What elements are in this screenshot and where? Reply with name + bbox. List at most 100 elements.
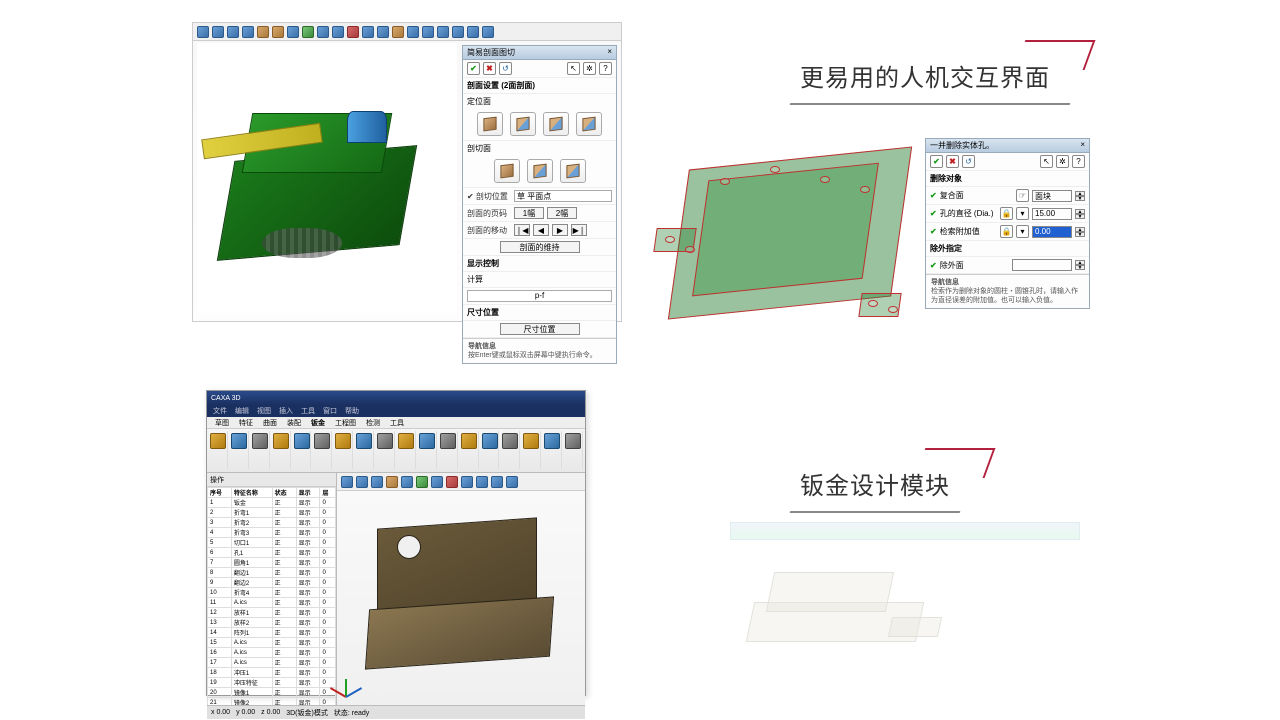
nav-last-button[interactable]: ▶❘ <box>571 224 587 236</box>
layers-icon[interactable] <box>491 476 503 488</box>
cancel-button[interactable]: ✖ <box>483 62 496 75</box>
cancel-button[interactable]: ✖ <box>946 155 959 168</box>
tab-装配[interactable]: 装配 <box>287 418 301 428</box>
col-header[interactable]: 特征名称 <box>231 488 272 498</box>
table-row[interactable]: 16A.ics正显示0 <box>208 648 336 658</box>
pf-input[interactable]: p-f <box>467 290 612 302</box>
section-opt-1[interactable] <box>494 159 520 183</box>
tab-工具[interactable]: 工具 <box>390 418 404 428</box>
transparency-icon[interactable] <box>347 26 359 38</box>
help-button[interactable]: ? <box>1072 155 1085 168</box>
ribbon-展开[interactable] <box>439 431 458 469</box>
ribbon-镜像[interactable] <box>543 431 562 469</box>
count-btn-1[interactable]: 1幅 <box>514 207 544 219</box>
pick-face-icon[interactable]: ☞ <box>1016 189 1029 202</box>
pan-icon[interactable] <box>272 26 284 38</box>
ribbon-折叠[interactable] <box>460 431 479 469</box>
table-row[interactable]: 10折弯4正显示0 <box>208 588 336 598</box>
measure-icon[interactable] <box>422 26 434 38</box>
ribbon-折弯[interactable] <box>334 431 353 469</box>
settings-icon[interactable] <box>467 26 479 38</box>
undo-button[interactable]: ↺ <box>499 62 512 75</box>
tab-特征[interactable]: 特征 <box>239 418 253 428</box>
table-row[interactable]: 15A.ics正显示0 <box>208 638 336 648</box>
maintain-button[interactable]: 剖面的维持 <box>500 241 580 253</box>
face-spinner[interactable]: ▲▼ <box>1075 191 1085 201</box>
col-header[interactable]: 状态 <box>272 488 296 498</box>
zoom-in-icon[interactable] <box>356 476 368 488</box>
menu-工具[interactable]: 工具 <box>301 406 315 416</box>
table-row[interactable]: 21镜像2正显示0 <box>208 698 336 706</box>
rotate-icon[interactable] <box>386 476 398 488</box>
isometric-icon[interactable] <box>401 476 413 488</box>
tolerance-input[interactable]: 0.00 <box>1032 226 1072 238</box>
col-header[interactable]: 显示 <box>296 488 320 498</box>
tab-检测[interactable]: 检测 <box>366 418 380 428</box>
menu-窗口[interactable]: 窗口 <box>323 406 337 416</box>
check-icon[interactable]: ✔ <box>930 227 937 236</box>
light-icon[interactable] <box>302 26 314 38</box>
settings-icon[interactable] <box>506 476 518 488</box>
layers-icon[interactable] <box>452 26 464 38</box>
ribbon-切口[interactable] <box>418 431 437 469</box>
play-icon[interactable] <box>341 476 353 488</box>
zoom-out-icon[interactable] <box>227 26 239 38</box>
table-row[interactable]: 2折弯1正显示0 <box>208 508 336 518</box>
table-row[interactable]: 9翻边2正显示0 <box>208 578 336 588</box>
shaded-icon[interactable] <box>431 476 443 488</box>
chevron-down-icon[interactable]: ▾ <box>1016 207 1029 220</box>
section-icon[interactable] <box>377 26 389 38</box>
viewport-3d[interactable] <box>337 473 585 705</box>
table-row[interactable]: 18冲压1正显示0 <box>208 668 336 678</box>
table-row[interactable]: 19冲压特征正显示0 <box>208 678 336 688</box>
tolerance-spinner[interactable]: ▲▼ <box>1075 227 1085 237</box>
chevron-down-icon[interactable]: ▾ <box>1016 225 1029 238</box>
table-row[interactable]: 1钣金正显示0 <box>208 498 336 508</box>
annotate-icon[interactable] <box>437 26 449 38</box>
exclude-input[interactable] <box>1012 259 1072 271</box>
table-row[interactable]: 12放样1正显示0 <box>208 608 336 618</box>
menu-文件[interactable]: 文件 <box>213 406 227 416</box>
close-icon[interactable]: × <box>607 47 612 58</box>
zoom-fit-icon[interactable] <box>371 476 383 488</box>
isometric-icon[interactable] <box>287 26 299 38</box>
locate-opt-4[interactable] <box>576 112 602 136</box>
count-btn-2[interactable]: 2幅 <box>547 207 577 219</box>
help-icon[interactable] <box>482 26 494 38</box>
table-row[interactable]: 6孔1正显示0 <box>208 548 336 558</box>
pick-button[interactable]: ↖ <box>1040 155 1053 168</box>
table-row[interactable]: 4折弯3正显示0 <box>208 528 336 538</box>
ribbon-转换[interactable] <box>564 431 583 469</box>
origin-input[interactable]: 草 平面点 <box>514 190 612 202</box>
ok-button[interactable]: ✔ <box>930 155 943 168</box>
light-icon[interactable] <box>416 476 428 488</box>
mesh-icon[interactable] <box>392 26 404 38</box>
diameter-spinner[interactable]: ▲▼ <box>1075 209 1085 219</box>
diameter-input[interactable]: 15.00 <box>1032 208 1072 220</box>
ribbon-重做[interactable] <box>293 431 312 469</box>
grid-icon[interactable] <box>407 26 419 38</box>
ribbon-翻边[interactable] <box>355 431 374 469</box>
table-row[interactable]: 8翻边1正显示0 <box>208 568 336 578</box>
rotate-icon[interactable] <box>257 26 269 38</box>
check-icon[interactable]: ✔ <box>930 209 937 218</box>
tab-工程图[interactable]: 工程图 <box>335 418 356 428</box>
face-input[interactable]: 面块 <box>1032 190 1072 202</box>
menu-插入[interactable]: 插入 <box>279 406 293 416</box>
table-row[interactable]: 3折弯2正显示0 <box>208 518 336 528</box>
size-button[interactable]: 尺寸位置 <box>500 323 580 335</box>
locate-opt-3[interactable] <box>543 112 569 136</box>
hidden-icon[interactable] <box>362 26 374 38</box>
grid-icon[interactable] <box>461 476 473 488</box>
locate-opt-1[interactable] <box>477 112 503 136</box>
ribbon-新建[interactable] <box>209 431 228 469</box>
zoom-fit-icon[interactable] <box>242 26 254 38</box>
viewport-3d[interactable] <box>197 43 457 313</box>
table-row[interactable]: 17A.ics正显示0 <box>208 658 336 668</box>
section-icon[interactable] <box>446 476 458 488</box>
ribbon-撤销[interactable] <box>272 431 291 469</box>
table-row[interactable]: 11A.ics正显示0 <box>208 598 336 608</box>
tab-草图[interactable]: 草图 <box>215 418 229 428</box>
play-icon[interactable] <box>197 26 209 38</box>
exclude-spinner[interactable]: ▲▼ <box>1075 260 1085 270</box>
